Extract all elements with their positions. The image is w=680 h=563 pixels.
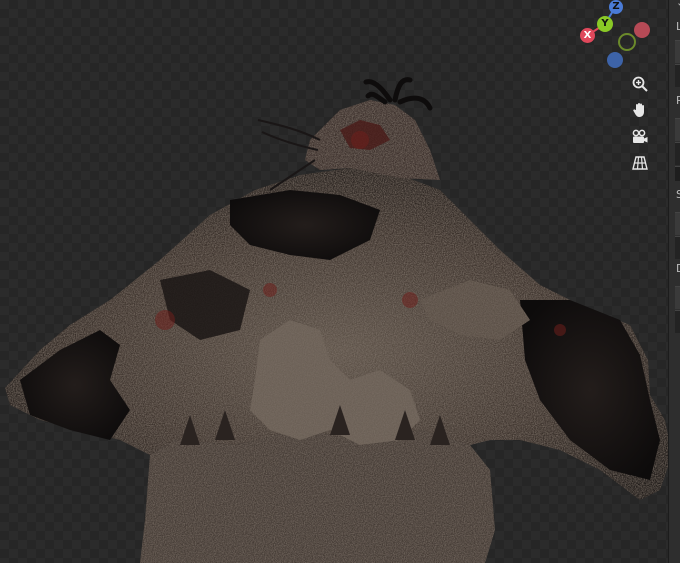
perspective-toggle-button[interactable]: [626, 151, 654, 175]
panel-field[interactable]: [675, 286, 680, 309]
panel-label-l: L: [676, 20, 680, 33]
panel-field[interactable]: [675, 212, 680, 235]
panel-field[interactable]: [675, 142, 680, 165]
hand-pan-icon: [633, 103, 644, 117]
camera-view-button[interactable]: [626, 125, 654, 149]
gizmo-axis-y-neg[interactable]: [618, 33, 636, 51]
gizmo-axis-x[interactable]: X: [580, 28, 595, 43]
gizmo-axis-z-neg[interactable]: [607, 52, 623, 68]
perspective-grid-icon: [632, 156, 648, 170]
panel-field[interactable]: [675, 64, 680, 87]
panel-field[interactable]: [675, 236, 680, 259]
zoom-icon: [632, 76, 648, 92]
panel-field[interactable]: [675, 118, 680, 141]
panel-label-s: S: [676, 188, 680, 201]
navigation-gizmo[interactable]: Z Y X: [574, 0, 658, 74]
model-dark-patch-right: [520, 300, 660, 480]
panel-field[interactable]: [675, 166, 680, 181]
zoom-button[interactable]: [626, 72, 654, 96]
panel-label-r: R: [676, 94, 680, 107]
3d-viewport[interactable]: Z Y X: [0, 0, 680, 563]
panel-field[interactable]: [675, 310, 680, 333]
pan-button[interactable]: [626, 98, 654, 122]
camera-view-icon: [632, 129, 648, 143]
gizmo-axis-x-neg[interactable]: [634, 22, 650, 38]
gizmo-axis-z[interactable]: Z: [609, 0, 623, 14]
panel-field[interactable]: [675, 40, 680, 63]
scanned-3d-model[interactable]: [0, 0, 680, 563]
panel-chevron-icon[interactable]: ⌄: [676, 0, 680, 9]
panel-label-d: D: [676, 262, 680, 275]
gizmo-axis-y[interactable]: Y: [597, 16, 613, 32]
properties-panel-edge[interactable]: ⌄ L R S D: [668, 0, 680, 563]
